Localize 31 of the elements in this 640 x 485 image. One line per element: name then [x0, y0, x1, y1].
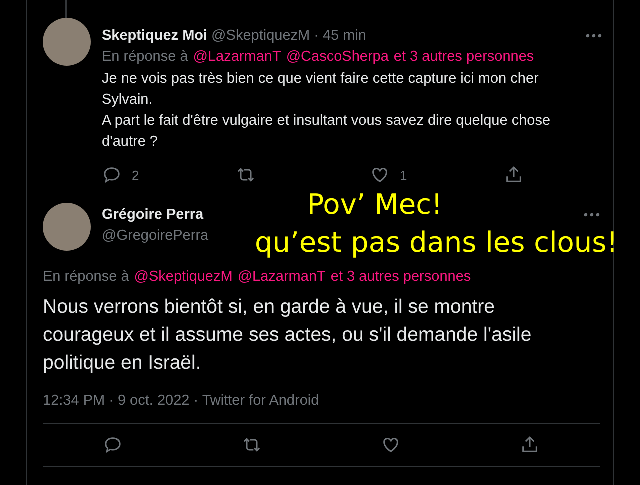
mention-link[interactable]: @CascoSherpa — [286, 49, 389, 65]
others-link[interactable]: et 3 autres personnes — [330, 269, 472, 285]
heart-icon[interactable] — [370, 165, 390, 185]
reply-icon[interactable] — [102, 435, 123, 455]
heart-icon[interactable] — [381, 435, 402, 455]
tweet-text: Nous verrons bientôt si, en garde à vue, il se montre courageux et il assume ses actes, ou s'il demande l'asile politique en Israël. — [43, 295, 533, 376]
more-icon[interactable] — [584, 213, 600, 217]
reply-icon[interactable] — [102, 165, 122, 185]
caption-text: qu’est pas dans les clous! — [254, 225, 618, 261]
reply-count: 2 — [132, 168, 140, 182]
user-handle[interactable]: @SkeptiquezM — [212, 28, 310, 44]
more-icon[interactable] — [586, 34, 602, 38]
avatar[interactable] — [43, 18, 91, 66]
avatar[interactable] — [43, 203, 91, 251]
mention-link[interactable]: @LazarmanT — [238, 269, 326, 285]
others-link[interactable]: et 3 autres personnes — [394, 49, 534, 65]
tweet-text: Je ne vois pas très bien ce que vient faire cette capture ici mon cher Sylvain. — [102, 70, 540, 110]
user-name[interactable]: Skeptiquez Moi — [102, 28, 208, 44]
like-count: 1 — [400, 168, 408, 182]
user-handle[interactable]: @GregoirePerra — [102, 228, 209, 244]
mention-link[interactable]: @SkeptiquezM — [134, 269, 233, 285]
reply-to-text: En réponse à — [102, 49, 188, 65]
tweet-time: · 45 min — [314, 28, 366, 44]
share-icon[interactable] — [504, 165, 524, 185]
caption-text: Pov’ Mec! — [307, 187, 443, 223]
user-name[interactable]: Grégoire Perra — [102, 207, 204, 223]
share-icon[interactable] — [520, 435, 540, 455]
mention-link[interactable]: @LazarmanT — [193, 49, 282, 65]
reply-to-text: En réponse à — [43, 269, 130, 285]
tweet-text: A part le fait d'être vulgaire et insultant vous savez dire quelque chose d'autre ? — [102, 112, 552, 152]
tweet-metadata: 12:34 PM · 9 oct. 2022 · Twitter for Android — [43, 393, 320, 409]
